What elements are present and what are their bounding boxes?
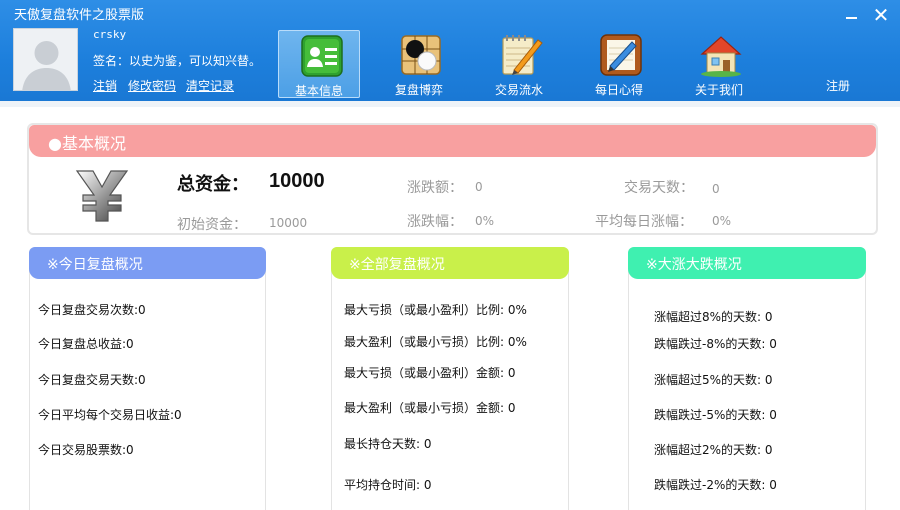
tab-basic-info[interactable]: 基本信息 [278, 30, 360, 98]
total-assets-label: 总资金： [177, 174, 249, 195]
change-amount-label: 涨跌额： [407, 180, 463, 196]
today-total-profit: 今日复盘总收益:0 [38, 337, 134, 351]
avg-holding-time: 平均持仓时间: 0 [344, 478, 432, 492]
minimize-button[interactable] [840, 4, 862, 26]
initial-funds-label: 初始资金： [177, 217, 247, 233]
yen-icon [75, 170, 129, 222]
tab-label: 交易流水 [494, 83, 543, 97]
trade-days-value: 0 [712, 182, 720, 196]
change-percent-value: 0% [475, 214, 495, 228]
change-percent-label: 涨跌幅： [407, 214, 463, 230]
max-loss-amount: 最大亏损（或最小盈利）金额: 0 [344, 366, 516, 380]
notepad-pencil-icon [502, 35, 543, 75]
today-stock-count: 今日交易股票数:0 [38, 443, 134, 457]
avg-daily-change-label: 平均每日涨幅： [595, 214, 693, 230]
close-button[interactable]: ✕ [870, 4, 892, 26]
tab-label: 关于我们 [694, 83, 743, 97]
tab-label: 基本信息 [294, 84, 343, 98]
big-moves-title: ※大涨大跌概况 [646, 257, 742, 273]
total-assets-value: 10000 [269, 170, 325, 192]
user-name: crsky [93, 28, 127, 41]
tab-trade-flow[interactable]: 交易流水 [478, 30, 560, 98]
today-review-panel: ※今日复盘概况 今日复盘交易次数:0 今日复盘总收益:0 今日复盘交易天数:0 … [29, 247, 266, 510]
all-review-panel: ※全部复盘概况 最大亏损（或最小盈利）比例: 0% 最大盈利（或最小亏损）比例:… [331, 247, 569, 510]
app-header: 天傲复盘软件之股票版 ✕ crsky 签名：以史为鉴，可以知兴替。 注销 修改密… [0, 0, 900, 101]
header-divider [0, 101, 900, 107]
today-trade-days: 今日复盘交易天数:0 [38, 373, 146, 387]
fall-over-5-days: 跌幅跌过-5%的天数: 0 [654, 408, 777, 422]
register-link[interactable]: 注册 [826, 77, 850, 94]
max-loss-ratio: 最大亏损（或最小盈利）比例: 0% [344, 303, 527, 317]
trade-days-label: 交易天数： [624, 180, 694, 196]
logout-link[interactable]: 注销 [93, 77, 117, 94]
pencil-notebook-icon [600, 34, 642, 76]
fall-over-2-days: 跌幅跌过-2%的天数: 0 [654, 478, 777, 492]
today-review-title-bar: ※今日复盘概况 [29, 247, 266, 279]
tab-review-game[interactable]: 复盘博弈 [378, 30, 460, 98]
fall-over-8-days: 跌幅跌过-8%的天数: 0 [654, 337, 777, 351]
house-icon [700, 36, 742, 77]
go-board-icon [401, 35, 441, 75]
today-trade-count: 今日复盘交易次数:0 [38, 303, 146, 317]
window-title: 天傲复盘软件之股票版 [14, 8, 145, 23]
today-avg-daily-profit: 今日平均每个交易日收益:0 [38, 408, 182, 422]
contacts-card-icon [301, 35, 343, 77]
big-moves-title-bar: ※大涨大跌概况 [628, 247, 866, 279]
change-amount-value: 0 [475, 180, 483, 194]
max-profit-ratio: 最大盈利（或最小亏损）比例: 0% [344, 335, 527, 349]
basic-overview-title-bar: ●基本概况 [29, 125, 876, 157]
user-silhouette-icon [14, 29, 77, 90]
longest-holding-days: 最长持仓天数: 0 [344, 437, 432, 451]
avg-daily-change-value: 0% [712, 214, 732, 228]
tab-label: 每日心得 [594, 83, 643, 97]
rise-over-5-days: 涨幅超过5%的天数: 0 [654, 373, 773, 387]
big-moves-panel: ※大涨大跌概况 涨幅超过8%的天数: 0 跌幅跌过-8%的天数: 0 涨幅超过5… [628, 247, 866, 510]
all-review-title-bar: ※全部复盘概况 [331, 247, 569, 279]
close-icon: ✕ [872, 3, 890, 27]
basic-overview-title: ●基本概况 [48, 134, 126, 153]
all-review-title: ※全部复盘概况 [349, 257, 445, 273]
clear-records-link[interactable]: 清空记录 [186, 77, 234, 94]
max-profit-amount: 最大盈利（或最小亏损）金额: 0 [344, 401, 516, 415]
tab-daily-notes[interactable]: 每日心得 [578, 30, 660, 98]
user-signature: 签名：以史为鉴，可以知兴替。 [93, 54, 262, 68]
initial-funds-value: 10000 [269, 216, 308, 230]
tab-about-us[interactable]: 关于我们 [678, 30, 760, 98]
basic-overview-panel: ●基本概况 总资金： 10000 初始资金： 10000 涨跌额： 0 涨跌幅：… [27, 123, 878, 235]
tab-label: 复盘博弈 [394, 83, 443, 97]
change-password-link[interactable]: 修改密码 [128, 77, 176, 94]
rise-over-8-days: 涨幅超过8%的天数: 0 [654, 310, 773, 324]
avatar[interactable] [13, 28, 78, 91]
rise-over-2-days: 涨幅超过2%的天数: 0 [654, 443, 773, 457]
minimize-icon [845, 17, 857, 19]
today-review-title: ※今日复盘概况 [47, 257, 143, 273]
